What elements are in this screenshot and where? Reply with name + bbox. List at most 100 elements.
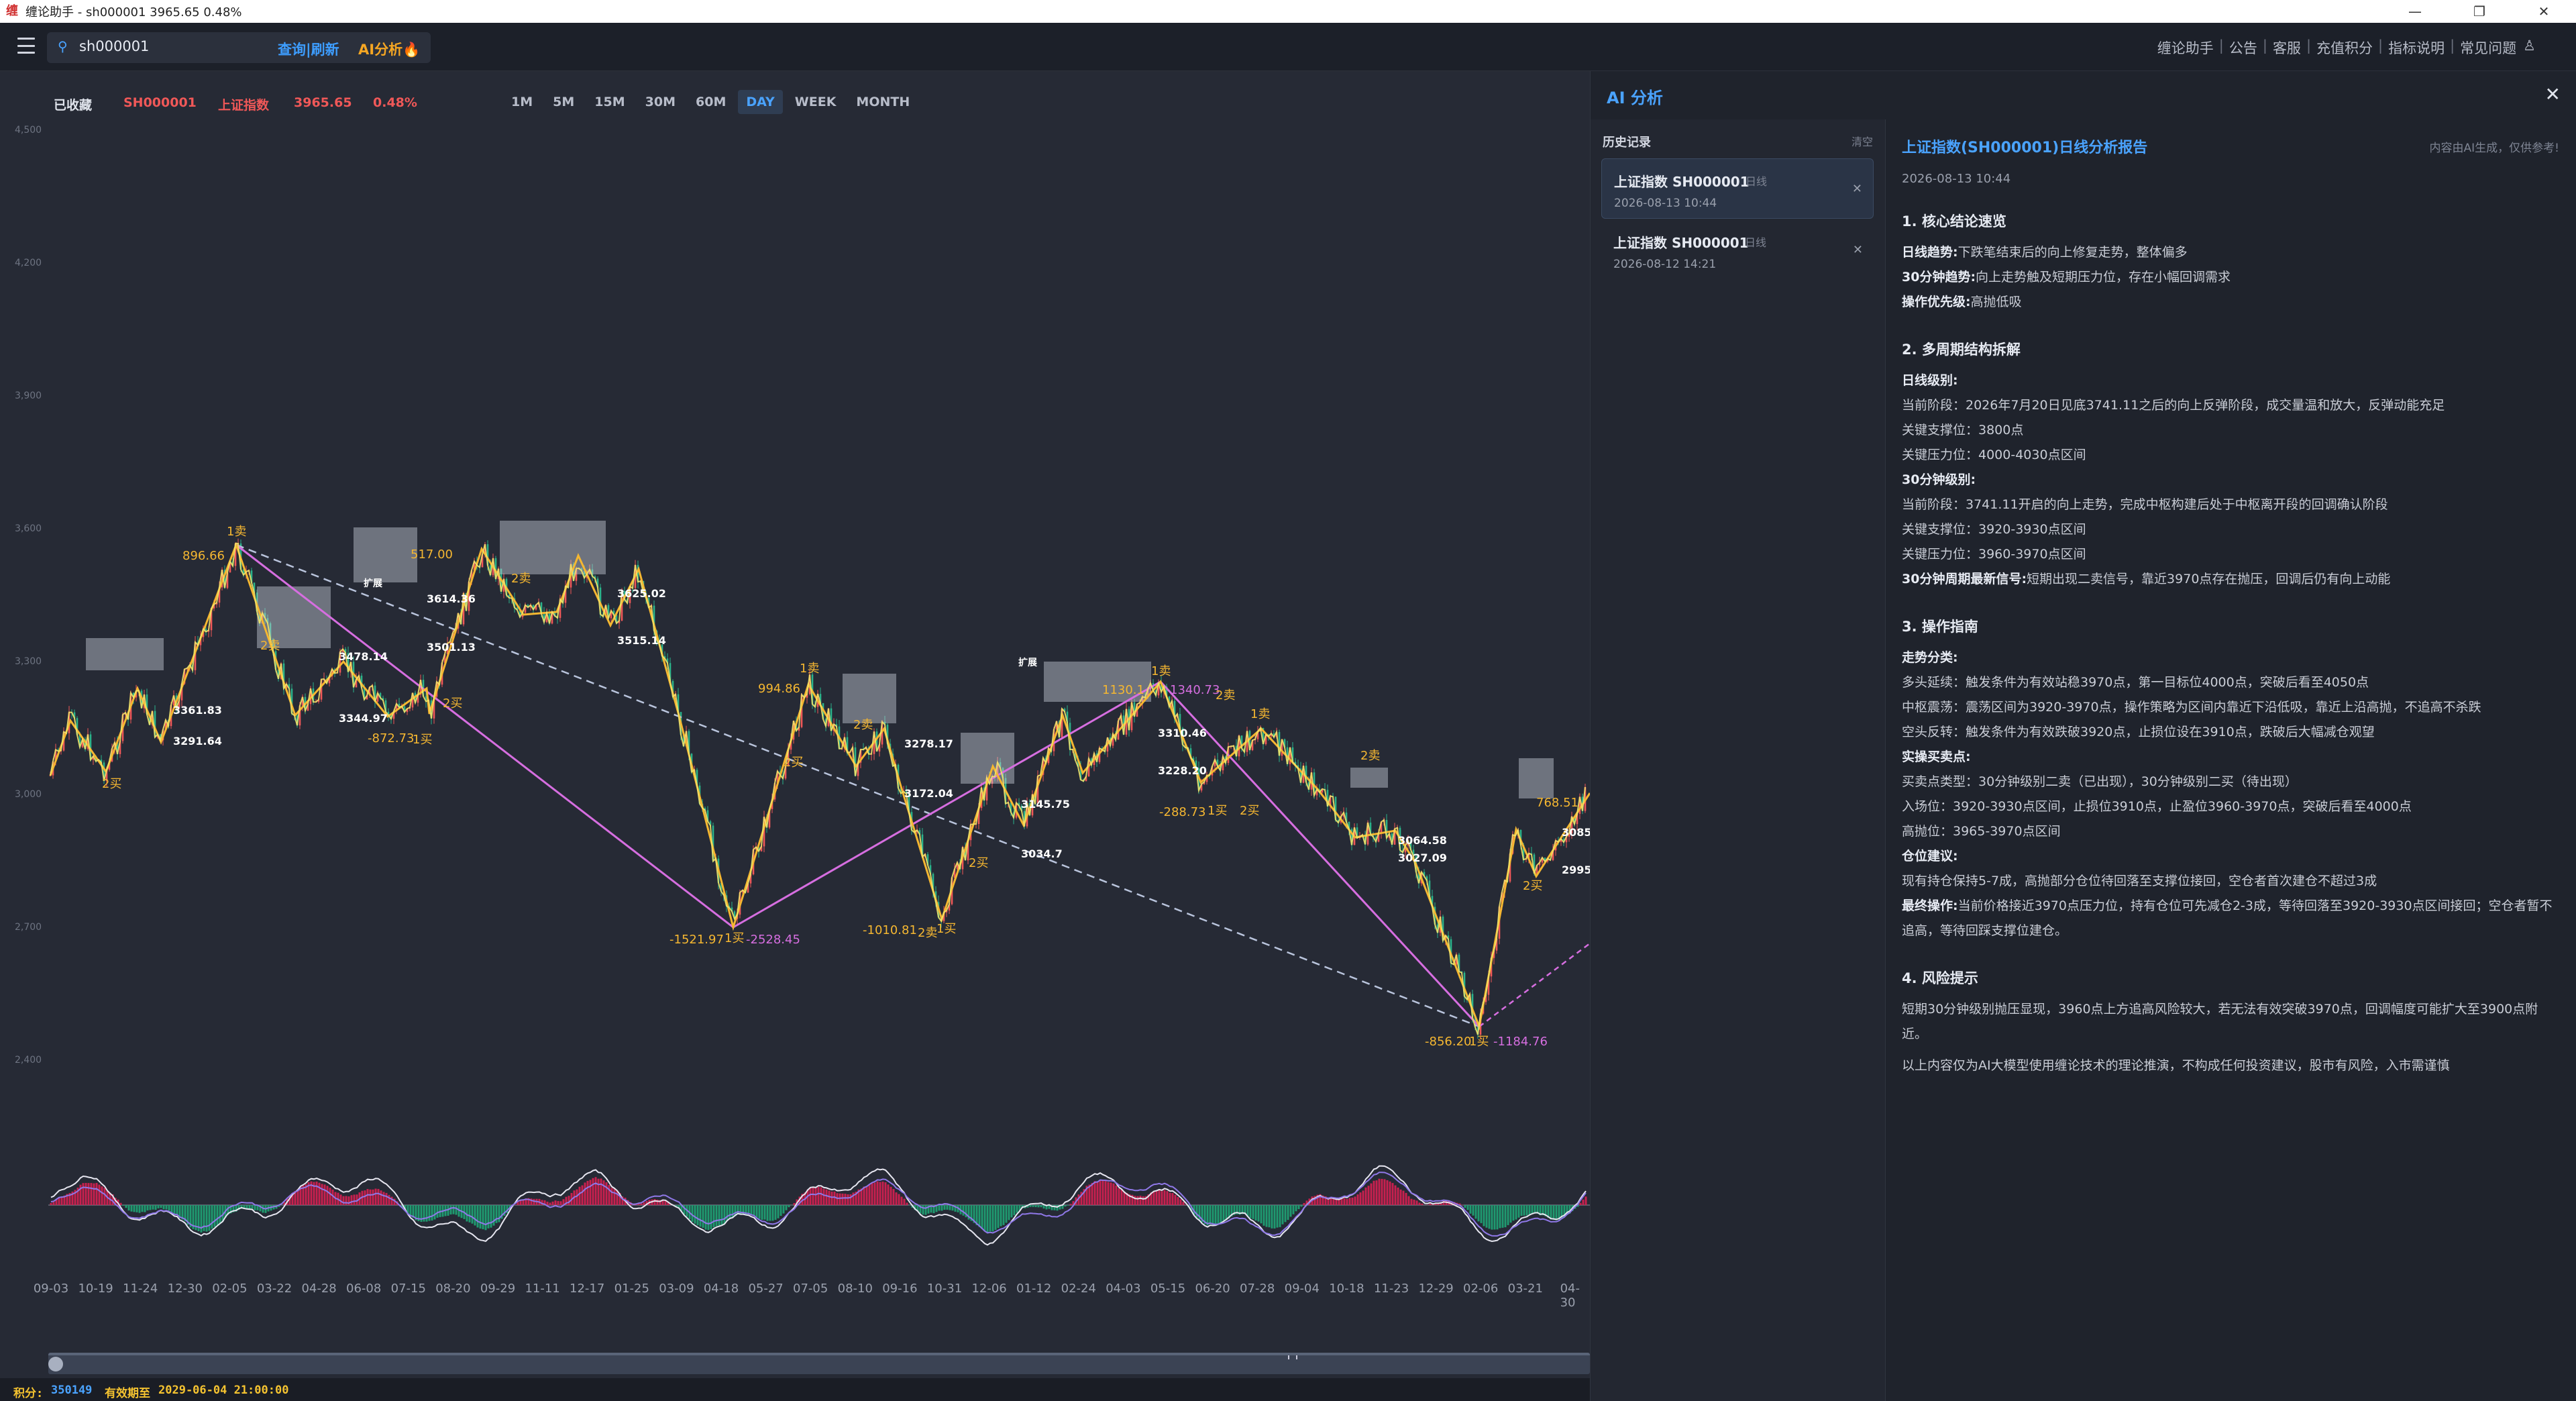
scroll-handle-right[interactable]	[1288, 1355, 1297, 1359]
link-faq[interactable]: 常见问题	[2460, 38, 2516, 58]
link-support[interactable]: 客服	[2273, 38, 2301, 58]
macd-bar	[149, 1205, 152, 1210]
macd-bar	[119, 1202, 122, 1205]
macd-bar	[138, 1205, 141, 1213]
history-item[interactable]: 上证指数 SH000001 日线 2026-08-13 10:44 ✕	[1601, 158, 1874, 219]
x-tick: 07-15	[390, 1282, 426, 1296]
link-recharge[interactable]: 充值积分	[2316, 38, 2373, 58]
macd-bar	[1182, 1202, 1185, 1205]
macd-bar	[1507, 1205, 1509, 1225]
macd-bar	[841, 1193, 844, 1205]
history-clear-button[interactable]: 清空	[1851, 133, 1873, 149]
x-tick: 12-29	[1418, 1282, 1454, 1296]
price-label: 3172.04	[904, 787, 953, 800]
macd-bar	[364, 1190, 366, 1205]
macd-bar	[1356, 1194, 1359, 1205]
macd-bar	[1499, 1205, 1501, 1229]
macd-bar	[568, 1196, 570, 1205]
minimize-button[interactable]: —	[2383, 0, 2447, 23]
macd-bar	[1212, 1205, 1214, 1225]
macd-bar	[1426, 1204, 1429, 1205]
macd-bar	[576, 1189, 578, 1205]
macd-bar	[1504, 1205, 1507, 1228]
chart-area[interactable]: 已收藏 SH000001 上证指数 3965.65 0.48% 1M 5M 15M 3…	[0, 71, 1590, 1401]
macd-bar	[1257, 1205, 1260, 1222]
x-tick: 11-23	[1373, 1282, 1409, 1296]
y-tick: 3,000	[15, 789, 42, 800]
macd-bar	[1389, 1181, 1391, 1205]
macd-bar	[718, 1205, 720, 1226]
trend-extension-line	[1479, 943, 1590, 1027]
macd-bar	[817, 1186, 820, 1205]
macd-bar	[1249, 1205, 1252, 1218]
macd-bar	[753, 1205, 755, 1216]
x-tick: 04-28	[301, 1282, 337, 1296]
menu-icon[interactable]	[17, 38, 35, 54]
report-title: 上证指数(SH000001)日线分析报告	[1902, 140, 2148, 156]
macd-bar	[1515, 1205, 1517, 1220]
macd-bar	[1466, 1205, 1469, 1210]
link-home[interactable]: 缠论助手	[2157, 38, 2214, 58]
macd-bar	[720, 1205, 723, 1225]
maximize-button[interactable]: ❐	[2447, 0, 2512, 23]
macd-bar	[581, 1185, 584, 1205]
scroll-handle-left[interactable]	[48, 1357, 63, 1371]
macd-bar	[943, 1205, 946, 1210]
expiry-value: 2029-06-04 21:00:00	[158, 1384, 289, 1397]
macd-bar	[216, 1205, 219, 1225]
link-indicators[interactable]: 指标说明	[2388, 38, 2445, 58]
window-title: 缠论助手 - sh000001 3965.65 0.48%	[25, 5, 242, 19]
price-label: 2995.	[1562, 864, 1590, 876]
top-toolbar: ⚲ sh000001 查询|刷新 AI分析🔥 缠论助手 | 公告 | 客服 | 充值积…	[0, 23, 2576, 71]
move-label: -1184.76	[1493, 1035, 1548, 1049]
macd-bar	[726, 1205, 729, 1221]
macd-bar	[1429, 1203, 1432, 1205]
kline-chart[interactable]: 4,500 4,200 3,900 3,600 3,300 3,000 2,70…	[0, 71, 1590, 1279]
x-tick: 02-06	[1463, 1282, 1499, 1296]
close-panel-button[interactable]: ✕	[2545, 83, 2561, 105]
move-label: -1521.97	[669, 933, 724, 947]
ai-analysis-button[interactable]: AI分析🔥	[358, 39, 420, 59]
x-tick: 11-24	[123, 1282, 158, 1296]
close-window-button[interactable]: ✕	[2512, 0, 2576, 23]
macd-bar	[1220, 1205, 1222, 1223]
macd-bar	[136, 1205, 138, 1212]
macd-bar	[653, 1199, 656, 1205]
report-line: 30分钟级别:	[1902, 472, 1976, 487]
link-notice[interactable]: 公告	[2229, 38, 2257, 58]
macd-bar	[122, 1205, 125, 1206]
search-input[interactable]: sh000001	[79, 38, 149, 54]
macd-bar	[608, 1185, 610, 1205]
delete-history-icon[interactable]: ✕	[1852, 182, 1862, 196]
search-box[interactable]: ⚲ sh000001 查询|刷新 AI分析🔥	[47, 32, 431, 63]
x-tick: 08-10	[837, 1282, 873, 1296]
history-item[interactable]: 上证指数 SH000001 日线 2026-08-12 14:21 ✕	[1601, 220, 1874, 280]
macd-bar	[584, 1182, 586, 1205]
x-tick: 01-25	[614, 1282, 649, 1296]
macd-bar	[707, 1205, 710, 1231]
macd-bar	[1034, 1205, 1037, 1208]
query-refresh-button[interactable]: 查询|刷新	[278, 39, 339, 59]
y-tick: 4,500	[15, 125, 42, 136]
macd-bar	[1268, 1205, 1271, 1228]
macd-bar	[1472, 1205, 1474, 1216]
signal-sell2: 2卖	[260, 639, 280, 653]
report-line: 当前阶段：2026年7月20日见底3741.11之后的向上反弹阶段，成交量温和放…	[1902, 398, 2445, 413]
macd-bar	[436, 1205, 439, 1218]
expiry-label: 有效期至	[105, 1387, 150, 1400]
ai-analysis-panel: AI 分析 ✕ 历史记录 清空 上证指数 SH000001 日线 2026-08…	[1590, 71, 2576, 1401]
pivot-zone	[1350, 768, 1388, 788]
macd-bar	[1163, 1190, 1166, 1205]
chart-scrollbar[interactable]	[48, 1353, 1590, 1374]
signal-buy2: 2买	[443, 696, 462, 711]
macd-bar	[983, 1205, 986, 1231]
macd-bar	[369, 1189, 372, 1205]
report-line: 日线趋势:下跌笔结束后的向上修复走势，整体偏多	[1902, 245, 2188, 260]
macd-bar	[1582, 1199, 1585, 1205]
macd-bar	[1364, 1187, 1367, 1205]
x-tick: 10-18	[1329, 1282, 1364, 1296]
macd-bar	[487, 1205, 490, 1229]
macd-bar	[211, 1205, 213, 1229]
user-icon[interactable]: ♙	[2523, 38, 2536, 58]
delete-history-icon[interactable]: ✕	[1853, 243, 1863, 257]
